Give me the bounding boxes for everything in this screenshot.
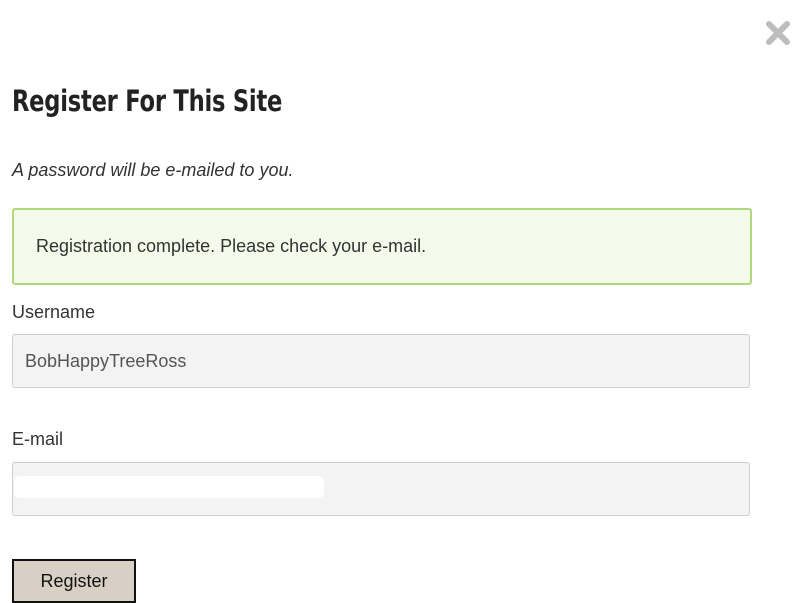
subtitle-text: A password will be e-mailed to you. bbox=[12, 160, 294, 180]
email-input[interactable] bbox=[12, 462, 750, 516]
register-button[interactable]: Register bbox=[12, 559, 136, 603]
username-input[interactable] bbox=[12, 334, 750, 388]
email-label: E-mail bbox=[12, 429, 64, 449]
success-message: Registration complete. Please check your… bbox=[12, 208, 752, 285]
page-title: Register For This Site bbox=[12, 84, 283, 118]
close-icon[interactable] bbox=[763, 18, 793, 48]
username-label: Username bbox=[12, 302, 96, 322]
success-message-text: Registration complete. Please check your… bbox=[36, 236, 427, 256]
register-modal: Register For This Site A password will b… bbox=[0, 0, 801, 603]
